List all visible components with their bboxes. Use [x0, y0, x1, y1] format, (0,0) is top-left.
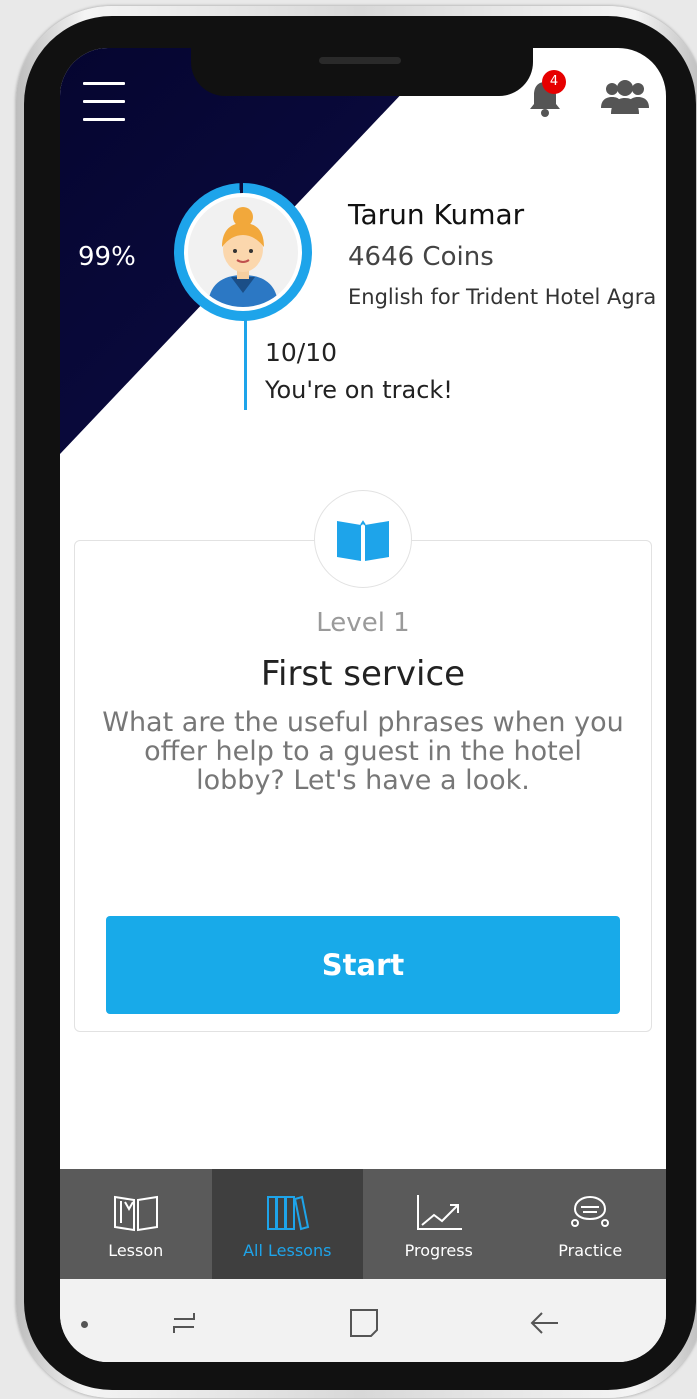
user-name: Tarun Kumar — [348, 198, 525, 231]
app-screen: 4 99% Tarun Kumar 4646 Coins English for… — [60, 48, 666, 1362]
nav-label-progress: Progress — [404, 1241, 473, 1260]
system-nav-bar — [60, 1279, 666, 1362]
nav-label-all-lessons: All Lessons — [243, 1241, 332, 1260]
track-line — [244, 320, 247, 410]
recent-apps-icon[interactable] — [166, 1305, 202, 1341]
avatar[interactable] — [188, 197, 298, 307]
nav-label-practice: Practice — [558, 1241, 623, 1260]
progress-percent: 99% — [78, 242, 136, 272]
group-icon[interactable] — [600, 78, 650, 114]
phone-notch — [191, 48, 533, 96]
lesson-title: First service — [260, 654, 466, 694]
avatar-woman-icon — [208, 207, 278, 307]
track-status: You're on track! — [265, 376, 453, 404]
chart-icon — [416, 1195, 462, 1230]
start-button[interactable]: Start — [106, 916, 620, 1014]
notification-badge: 4 — [542, 70, 566, 94]
practice-icon — [571, 1195, 610, 1227]
open-book-icon — [113, 1195, 158, 1232]
menu-icon[interactable] — [83, 82, 125, 121]
coins-count: 4646 Coins — [348, 242, 494, 272]
nav-item-progress[interactable]: Progress — [363, 1169, 515, 1279]
lesson-icon-circle — [314, 490, 412, 588]
dot-icon — [81, 1321, 88, 1328]
lesson-description: What are the useful phrases when you off… — [102, 707, 624, 796]
score: 10/10 — [265, 338, 338, 367]
nav-item-practice[interactable]: Practice — [515, 1169, 667, 1279]
nav-label-lesson: Lesson — [108, 1241, 164, 1260]
lesson-level: Level 1 — [316, 608, 410, 638]
bottom-nav: Lesson All Lessons Progress Practice — [60, 1169, 666, 1279]
back-arrow-icon[interactable] — [526, 1305, 562, 1341]
books-icon — [267, 1195, 310, 1231]
course-name: English for Trident Hotel Agra — [348, 285, 657, 309]
progress-ring — [174, 183, 312, 321]
nav-item-lesson[interactable]: Lesson — [60, 1169, 212, 1279]
speaker-grille — [319, 57, 401, 64]
open-book-blue-icon — [337, 520, 389, 561]
nav-item-all-lessons[interactable]: All Lessons — [211, 1169, 363, 1279]
home-icon[interactable] — [346, 1305, 382, 1341]
